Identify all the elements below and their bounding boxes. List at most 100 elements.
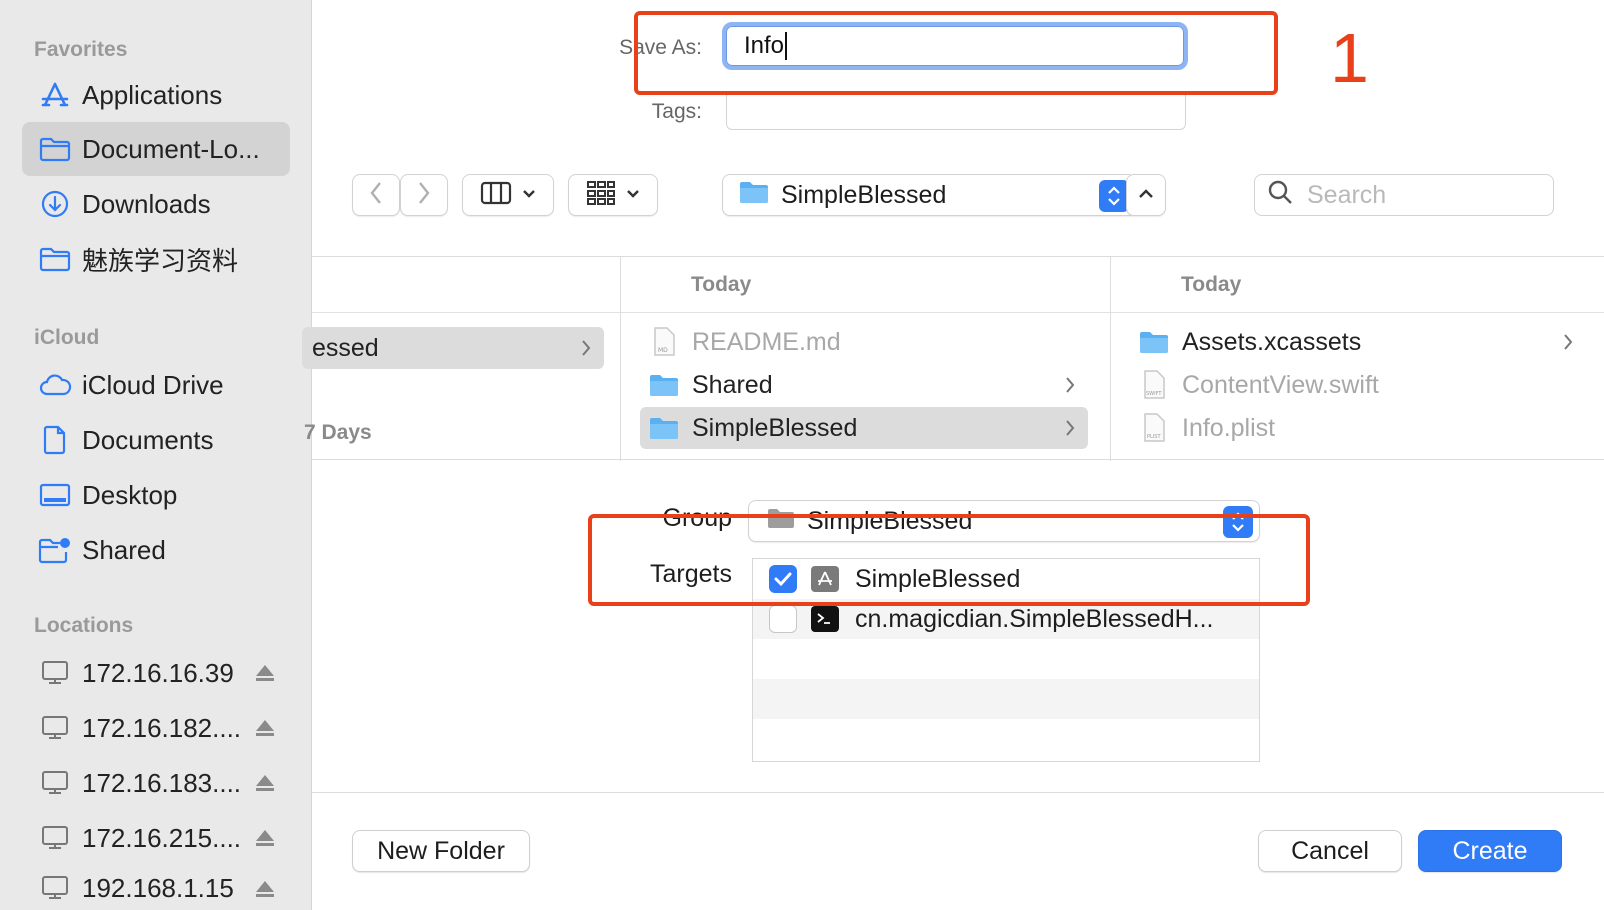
search-placeholder: Search [1307, 180, 1387, 209]
desktop-icon [38, 480, 72, 510]
popup-stepper-icon [1099, 180, 1129, 212]
back-button[interactable] [352, 174, 400, 216]
list-item-label: README.md [692, 327, 841, 356]
swift-file-icon: SWIFT [1138, 370, 1170, 400]
sidebar-item-label: Desktop [82, 479, 178, 510]
sidebar-item-location-1[interactable]: 172.16.16.39 [22, 646, 290, 700]
folder-icon [739, 180, 769, 211]
forward-button[interactable] [400, 174, 448, 216]
network-server-icon [38, 873, 72, 903]
expand-collapse-button[interactable] [1126, 174, 1166, 216]
sidebar-item-meizu-study[interactable]: 魅族学习资料 [22, 232, 290, 286]
sidebar-section-icloud: iCloud [34, 326, 100, 349]
list-item-label: Info.plist [1182, 413, 1276, 442]
column-view-icon [480, 181, 512, 210]
view-mode-button[interactable] [462, 174, 554, 216]
search-field[interactable]: Search [1254, 174, 1554, 216]
svg-text:MD: MD [658, 347, 668, 354]
create-button[interactable]: Create [1418, 830, 1562, 872]
network-server-icon [38, 768, 72, 798]
annotation-box-save-as [634, 11, 1278, 95]
group-by-button[interactable] [568, 174, 658, 216]
folder-icon [38, 244, 72, 274]
annotation-box-targets [588, 514, 1310, 606]
chevron-down-icon [626, 186, 640, 204]
sidebar-item-label: Downloads [82, 188, 211, 219]
tags-label: Tags: [651, 100, 702, 123]
annotation-number: 1 [1330, 19, 1369, 97]
column-1-header [312, 257, 620, 313]
svg-text:PLIST: PLIST [1147, 434, 1161, 440]
save-dialog-main: Save As: Info Tags: 1 SimpleBlessed Sear… [302, 0, 1604, 910]
chevron-up-icon [1138, 186, 1154, 204]
list-item-readme[interactable]: MD README.md [640, 321, 1088, 363]
folder-icon [648, 370, 680, 400]
sidebar-section-favorites: Favorites [34, 38, 128, 61]
list-item-contentview[interactable]: SWIFT ContentView.swift [1130, 364, 1586, 406]
cancel-button[interactable]: Cancel [1258, 830, 1402, 872]
sidebar-item-applications[interactable]: Applications [22, 68, 290, 122]
tags-input[interactable] [726, 92, 1186, 130]
list-item-label: SimpleBlessed [692, 413, 858, 442]
sidebar-item-document-location[interactable]: Document-Lo... [22, 122, 290, 176]
document-icon [38, 425, 72, 455]
target-row-empty [753, 639, 1259, 679]
list-item-shared[interactable]: Shared [640, 364, 1088, 406]
list-item-label: ContentView.swift [1182, 370, 1379, 399]
list-item-assets[interactable]: Assets.xcassets [1130, 321, 1586, 363]
column-1-group-label: 7 Days [304, 421, 372, 444]
list-item-label: Assets.xcassets [1182, 327, 1362, 356]
network-server-icon [38, 713, 72, 743]
sidebar-item-label: 192.168.1.15 [82, 872, 234, 903]
column-1-item-label: essed [312, 333, 379, 362]
cloud-icon [38, 370, 72, 400]
sidebar-item-label: 魅族学习资料 [82, 245, 239, 276]
applications-icon [38, 80, 72, 110]
sidebar-item-desktop[interactable]: Desktop [22, 468, 290, 522]
file-browser: essed 7 Days Today MD README.md Shared S… [302, 256, 1604, 461]
sidebar-item-location-5[interactable]: 192.168.1.15 [22, 866, 290, 910]
column-1-selected-item[interactable]: essed [302, 327, 604, 369]
folder-icon [648, 413, 680, 443]
target-label: cn.magicdian.SimpleBlessedH... [855, 604, 1214, 633]
column-3-header: Today [1111, 257, 1604, 313]
sidebar-item-shared[interactable]: Shared [22, 523, 290, 577]
column-2-header: Today [621, 257, 1110, 313]
target-row-empty [753, 679, 1259, 719]
sidebar-item-label: Document-Lo... [82, 133, 260, 164]
sidebar-item-documents[interactable]: Documents [22, 413, 290, 467]
chevron-left-icon [369, 181, 383, 210]
sidebar-item-downloads[interactable]: Downloads [22, 177, 290, 231]
sidebar-item-label: Documents [82, 424, 214, 455]
eject-icon[interactable] [254, 715, 276, 746]
svg-text:SWIFT: SWIFT [1146, 391, 1162, 397]
sidebar-item-location-4[interactable]: 172.16.215.... [22, 811, 290, 865]
sidebar-item-label: 172.16.215.... [82, 822, 242, 853]
list-item-infoplist[interactable]: PLIST Info.plist [1130, 407, 1586, 449]
list-item-simpleblessed[interactable]: SimpleBlessed [640, 407, 1088, 449]
eject-icon[interactable] [254, 770, 276, 801]
sidebar-item-location-3[interactable]: 172.16.183.... [22, 756, 290, 810]
location-popup[interactable]: SimpleBlessed [722, 174, 1136, 216]
markdown-file-icon: MD [648, 327, 680, 357]
chevron-right-icon [580, 336, 592, 365]
new-folder-button[interactable]: New Folder [352, 830, 530, 872]
search-icon [1267, 179, 1293, 212]
chevron-right-icon [417, 181, 431, 210]
sidebar-item-label: 172.16.183.... [82, 767, 242, 798]
sidebar-item-label: Shared [82, 534, 166, 565]
sidebar-item-label: 172.16.16.39 [82, 657, 234, 688]
folder-icon [38, 134, 72, 164]
eject-icon[interactable] [254, 876, 276, 907]
sidebar-section-locations: Locations [34, 614, 134, 637]
network-server-icon [38, 823, 72, 853]
target-row-empty [753, 719, 1259, 759]
sidebar-item-label: Applications [82, 79, 223, 110]
eject-icon[interactable] [254, 660, 276, 691]
target-checkbox-unchecked[interactable] [769, 605, 797, 633]
sidebar-item-location-2[interactable]: 172.16.182.... [22, 701, 290, 755]
folder-icon [1138, 327, 1170, 357]
eject-icon[interactable] [254, 825, 276, 856]
sidebar-item-icloud-drive[interactable]: iCloud Drive [22, 358, 290, 412]
chevron-right-icon [1064, 373, 1076, 402]
